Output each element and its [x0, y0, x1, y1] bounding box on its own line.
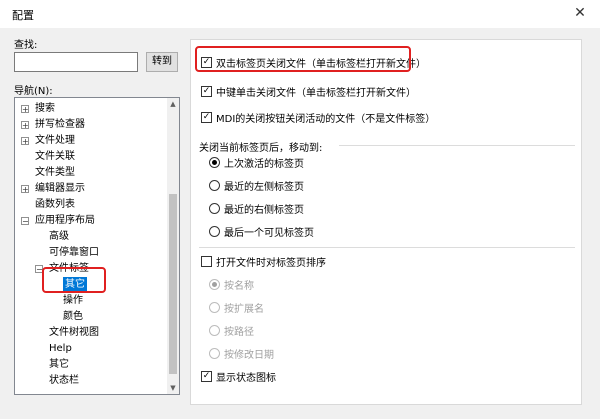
nav-item[interactable]: 操作	[63, 293, 83, 309]
nav-item[interactable]: 文件关联	[35, 149, 75, 165]
expand-icon[interactable]: +	[21, 121, 29, 130]
radio-button[interactable]	[209, 157, 220, 168]
radio-button[interactable]	[209, 226, 220, 237]
show-status-icon-label: 显示状态图标	[216, 373, 276, 384]
radio-button[interactable]	[209, 180, 220, 191]
radio-label: 按路径	[224, 327, 254, 338]
group-divider	[199, 247, 575, 248]
expand-icon[interactable]: +	[21, 105, 29, 114]
radio-button[interactable]	[209, 279, 220, 290]
middle-close-checkbox[interactable]: ✓	[201, 86, 212, 97]
nav-item[interactable]: 编辑器显示	[35, 181, 85, 197]
radio-button[interactable]	[209, 203, 220, 214]
expand-icon[interactable]: +	[21, 185, 29, 194]
collapse-icon[interactable]: −	[21, 217, 29, 226]
search-input[interactable]	[14, 52, 138, 72]
scroll-up-icon[interactable]: ▲	[167, 98, 179, 110]
goto-button[interactable]: 转到	[146, 52, 178, 72]
radio-label: 按名称	[224, 281, 254, 292]
show-status-icon-checkbox[interactable]: ✓	[201, 371, 212, 382]
nav-item[interactable]: 其它	[49, 357, 69, 373]
expand-icon[interactable]: +	[21, 137, 29, 146]
settings-panel: ✓ 双击标签页关闭文件（单击标签栏打开新文件） ✓ 中键单击关闭文件（单击标签栏…	[190, 39, 582, 405]
radio-button[interactable]	[209, 302, 220, 313]
nav-item[interactable]: Help	[49, 341, 72, 357]
nav-item[interactable]: 颜色	[63, 309, 83, 325]
nav-tree[interactable]: + 搜索 + 拼写检查器 + 文件处理 文件关联 文件类型 + 编辑器显示 函数列表 − 应用程序布局高…	[14, 97, 180, 395]
mdi-close-checkbox[interactable]: ✓	[201, 112, 212, 123]
nav-item[interactable]: 文件类型	[35, 165, 75, 181]
radio-button[interactable]	[209, 348, 220, 359]
window-title: 配置	[12, 9, 34, 22]
nav-item[interactable]: 文件树视图	[49, 325, 99, 341]
nav-item[interactable]: 函数列表	[35, 197, 75, 213]
scroll-thumb[interactable]	[169, 194, 177, 374]
radio-label: 按修改日期	[224, 350, 274, 361]
nav-label: 导航(N):	[14, 86, 53, 97]
radio-label: 最近的左侧标签页	[224, 182, 304, 193]
close-icon[interactable]: ✕	[570, 3, 590, 23]
after-close-group-label: 关闭当前标签页后，移动到:	[199, 143, 323, 154]
config-dialog: 配置 ✕ 查找: 转到 导航(N): + 搜索 + 拼写检查器 + 文件处理 文件关联 文件类…	[0, 0, 600, 419]
radio-label: 最后一个可见标签页	[224, 228, 314, 239]
mdi-close-label: MDI的关闭按钮关闭活动的文件（不是文件标签）	[216, 114, 436, 125]
nav-item[interactable]: 可停靠窗口	[49, 245, 99, 261]
nav-item[interactable]: 拼写检查器	[35, 117, 85, 133]
radio-label: 上次激活的标签页	[224, 159, 304, 170]
annotation-highlight-nav	[42, 267, 106, 293]
search-label: 查找:	[14, 40, 38, 51]
sort-on-open-checkbox[interactable]	[201, 256, 212, 267]
radio-button[interactable]	[209, 325, 220, 336]
nav-item[interactable]: 应用程序布局	[35, 213, 95, 229]
tree-scrollbar[interactable]: ▲ ▼	[167, 98, 179, 394]
nav-item[interactable]: 高级	[49, 229, 69, 245]
title-bar: 配置 ✕	[0, 0, 600, 28]
radio-label: 最近的右侧标签页	[224, 205, 304, 216]
scroll-down-icon[interactable]: ▼	[167, 382, 179, 394]
middle-close-label: 中键单击关闭文件（单击标签栏打开新文件）	[216, 88, 416, 99]
nav-item[interactable]: 文件处理	[35, 133, 75, 149]
sort-on-open-label: 打开文件时对标签页排序	[216, 258, 326, 269]
radio-label: 按扩展名	[224, 304, 264, 315]
group-divider	[339, 145, 575, 146]
nav-item[interactable]: 状态栏	[49, 373, 79, 389]
annotation-highlight-option	[195, 46, 411, 72]
nav-item[interactable]: 搜索	[35, 101, 55, 117]
